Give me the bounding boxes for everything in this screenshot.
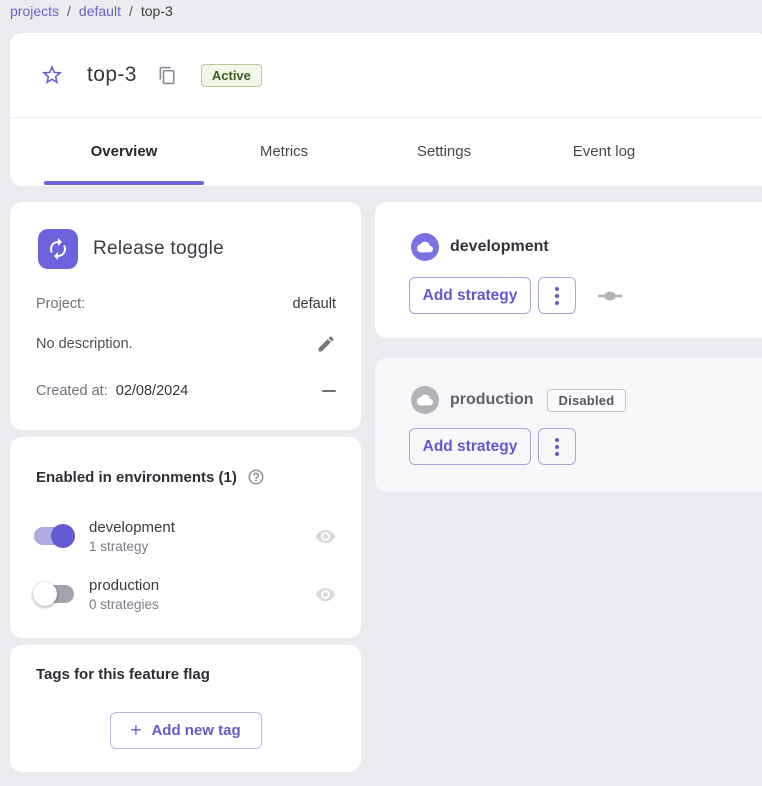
environments-card-header: Enabled in environments (1) — [36, 468, 265, 486]
copy-icon[interactable] — [158, 66, 177, 85]
development-panel-actions: Add strategy — [409, 277, 622, 314]
release-toggle-icon — [38, 229, 78, 269]
tags-card: Tags for this feature flag + Add new tag — [10, 645, 361, 772]
development-panel-title: development — [450, 238, 549, 256]
flag-header-card: top-3 Active Overview Metrics Settings E… — [10, 33, 762, 186]
breadcrumb: projects / default / top-3 — [10, 3, 173, 19]
help-icon[interactable] — [247, 468, 265, 486]
feature-flag-page: projects / default / top-3 top-3 Active … — [0, 0, 762, 786]
project-row: Project: default — [36, 296, 336, 312]
cloud-icon — [411, 386, 439, 414]
environment-strategy-count: 1 strategy — [89, 539, 175, 554]
tab-metrics[interactable]: Metrics — [204, 118, 364, 185]
environment-name: development — [89, 519, 175, 536]
kebab-menu-icon[interactable] — [538, 277, 576, 314]
favorite-star-icon[interactable] — [40, 63, 64, 87]
breadcrumb-current: top-3 — [141, 3, 173, 19]
production-toggle[interactable] — [33, 582, 75, 606]
description-row: No description. — [36, 334, 336, 354]
add-new-tag-button[interactable]: + Add new tag — [110, 712, 262, 749]
lifecycle-icon[interactable] — [598, 290, 622, 302]
collapse-minus-icon[interactable] — [322, 390, 336, 393]
breadcrumb-projects-link[interactable]: projects — [10, 3, 59, 19]
description-text: No description. — [36, 336, 133, 352]
add-strategy-button[interactable]: Add strategy — [409, 277, 531, 314]
production-strategies-panel: production Disabled Add strategy — [375, 358, 762, 492]
environment-row-production: production 0 strategies — [33, 572, 336, 616]
environment-row-development: development 1 strategy — [33, 514, 336, 558]
production-panel-actions: Add strategy — [409, 428, 576, 465]
created-row: Created at: 02/08/2024 — [36, 383, 336, 399]
add-new-tag-label: Add new tag — [151, 722, 240, 739]
flag-title-row: top-3 Active — [10, 33, 762, 118]
cloud-icon — [411, 233, 439, 261]
tab-event-log[interactable]: Event log — [524, 118, 684, 185]
breadcrumb-separator: / — [67, 3, 71, 19]
project-label: Project: — [36, 296, 85, 312]
status-badge: Active — [201, 64, 262, 87]
page-title: top-3 — [87, 63, 137, 87]
flag-type-row: Release toggle — [38, 229, 224, 269]
production-panel-title: production — [450, 391, 534, 409]
production-panel-header: production Disabled — [411, 386, 626, 414]
tags-card-title: Tags for this feature flag — [36, 666, 210, 683]
plus-icon: + — [130, 721, 141, 740]
created-date: 02/08/2024 — [116, 383, 189, 399]
breadcrumb-default-link[interactable]: default — [79, 3, 121, 19]
development-panel-header: development — [411, 233, 549, 261]
flag-details-card: Release toggle Project: default No descr… — [10, 202, 361, 430]
created-label: Created at: — [36, 383, 108, 399]
eye-icon[interactable] — [315, 584, 336, 605]
project-value: default — [292, 296, 336, 312]
environment-strategy-count: 0 strategies — [89, 597, 159, 612]
environment-name: production — [89, 577, 159, 594]
edit-pencil-icon[interactable] — [316, 334, 336, 354]
environments-card: Enabled in environments (1) development … — [10, 437, 361, 638]
development-strategies-panel: development Add strategy — [375, 202, 762, 338]
tab-overview[interactable]: Overview — [44, 118, 204, 185]
kebab-menu-icon[interactable] — [538, 428, 576, 465]
environments-card-title: Enabled in environments (1) — [36, 469, 237, 486]
tab-bar: Overview Metrics Settings Event log — [10, 118, 762, 185]
disabled-badge: Disabled — [547, 389, 627, 412]
breadcrumb-separator: / — [129, 3, 133, 19]
add-strategy-button[interactable]: Add strategy — [409, 428, 531, 465]
development-toggle[interactable] — [33, 524, 75, 548]
eye-icon[interactable] — [315, 526, 336, 547]
tab-settings[interactable]: Settings — [364, 118, 524, 185]
flag-type-label: Release toggle — [93, 238, 224, 260]
